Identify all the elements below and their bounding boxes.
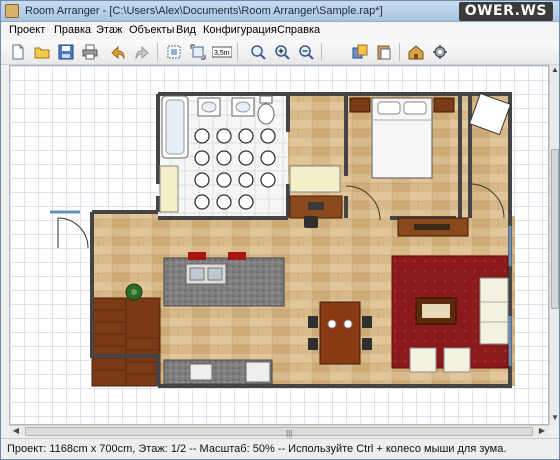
monitor	[308, 202, 324, 210]
horizontal-scroll-thumb[interactable]: |||	[25, 427, 533, 438]
toilet	[257, 103, 275, 125]
coffee-table-top	[422, 304, 450, 318]
menu-config[interactable]: Конфигурация	[203, 24, 277, 36]
view-3d-icon	[408, 45, 423, 60]
menu-objects[interactable]: Объекты	[129, 24, 174, 36]
scroll-up-icon[interactable]: ▲	[550, 65, 559, 75]
view-3d-button[interactable]	[405, 42, 426, 62]
fit-selection-icon	[190, 44, 205, 60]
measure-button[interactable]: 3,5m	[211, 42, 232, 62]
sink-2-basin	[235, 101, 251, 113]
status-bar: Проект: 1168cm x 700cm, Этаж: 1/2 -- Мас…	[1, 438, 559, 459]
scroll-right-icon[interactable]: ▶	[537, 426, 547, 436]
fit-room-icon	[167, 45, 180, 59]
zoom-in-button[interactable]	[271, 42, 292, 62]
toolbar-separator	[321, 43, 322, 61]
paste-objects-icon	[377, 45, 390, 60]
undo-button[interactable]	[107, 42, 128, 62]
pillow-right	[403, 101, 427, 115]
tv	[414, 224, 450, 230]
print-icon	[82, 44, 97, 60]
plate-1	[327, 319, 337, 329]
sofa	[479, 277, 509, 345]
sink-bowl-left	[189, 267, 205, 281]
floor-plan[interactable]	[10, 66, 549, 425]
save-icon	[58, 44, 73, 60]
status-text: Проект: 1168cm x 700cm, Этаж: 1/2 -- Мас…	[7, 443, 507, 455]
copy-objects-icon	[352, 44, 367, 59]
dining-table	[319, 301, 361, 365]
zoom-out-icon	[298, 45, 314, 60]
open-folder-icon	[34, 47, 49, 59]
toolbar: 3,5m	[1, 40, 559, 65]
window-title: Room Arranger - [C:\Users\Alex\Documents…	[25, 5, 383, 17]
zoom-fit-button[interactable]	[247, 42, 268, 62]
menu-project[interactable]: Проект	[9, 24, 45, 36]
pillow-left	[377, 101, 401, 115]
fridge	[245, 361, 271, 383]
measure-label: 3,5m	[214, 50, 230, 57]
menu-bar: Проект Правка Этаж Объекты Вид Конфигура…	[1, 22, 559, 40]
menu-edit[interactable]: Правка	[54, 24, 91, 36]
wardrobe	[289, 165, 341, 193]
bathtub-inner	[165, 99, 185, 155]
paste-objects-button[interactable]	[373, 42, 394, 62]
vertical-scrollbar[interactable]: ▲ ▼	[549, 65, 559, 425]
redo-button[interactable]	[131, 42, 152, 62]
copy-objects-button[interactable]	[349, 42, 370, 62]
new-project-icon	[12, 44, 23, 60]
desk-chair	[304, 216, 318, 228]
toolbar-separator	[399, 43, 400, 61]
zoom-fit-icon	[250, 45, 266, 60]
settings-button[interactable]	[429, 42, 450, 62]
nightstand-left	[349, 97, 371, 113]
plate-2	[343, 319, 353, 329]
toolbar-separator	[237, 43, 238, 61]
plant-center	[131, 289, 137, 295]
scroll-grip-icon: |||	[286, 429, 293, 438]
fit-room-button[interactable]	[163, 42, 184, 62]
measure-3-5m-icon: 3,5m	[211, 46, 232, 58]
zoom-out-button[interactable]	[295, 42, 316, 62]
fit-selection-button[interactable]	[187, 42, 208, 62]
app-window: Room Arranger - [C:\Users\Alex\Documents…	[0, 0, 560, 460]
bathroom-cabinet	[159, 165, 179, 213]
watermark-logo: OWER.WS	[458, 2, 553, 21]
zoom-in-icon	[274, 45, 290, 60]
menu-help[interactable]: Справка	[277, 24, 320, 36]
scroll-left-icon[interactable]: ◀	[11, 426, 21, 436]
redo-icon	[134, 45, 149, 60]
menu-floor[interactable]: Этаж	[96, 24, 122, 36]
menu-view[interactable]: Вид	[176, 24, 196, 36]
floor-plan-canvas[interactable]	[9, 65, 549, 425]
nightstand-right	[433, 97, 455, 113]
scroll-down-icon[interactable]: ▼	[550, 413, 559, 423]
open-button[interactable]	[31, 42, 52, 62]
title-bar: Room Arranger - [C:\Users\Alex\Documents…	[1, 1, 559, 22]
armchair-left	[409, 347, 437, 373]
armchair-right	[443, 347, 471, 373]
undo-icon	[110, 45, 125, 60]
bar-stool-2	[228, 252, 246, 260]
sink-basin	[201, 101, 217, 113]
horizontal-scrollbar[interactable]: ◀ ||| ▶	[9, 425, 549, 438]
toilet-tank	[259, 95, 273, 104]
stove	[189, 363, 213, 381]
new-project-button[interactable]	[7, 42, 28, 62]
sink-bowl-right	[207, 267, 223, 281]
print-button[interactable]	[79, 42, 100, 62]
settings-icon	[432, 45, 447, 59]
toolbar-separator	[157, 43, 158, 61]
bar-stool-1	[188, 252, 206, 260]
save-button[interactable]	[55, 42, 76, 62]
app-logo-icon	[5, 4, 19, 18]
vertical-scroll-thumb[interactable]	[551, 149, 559, 309]
